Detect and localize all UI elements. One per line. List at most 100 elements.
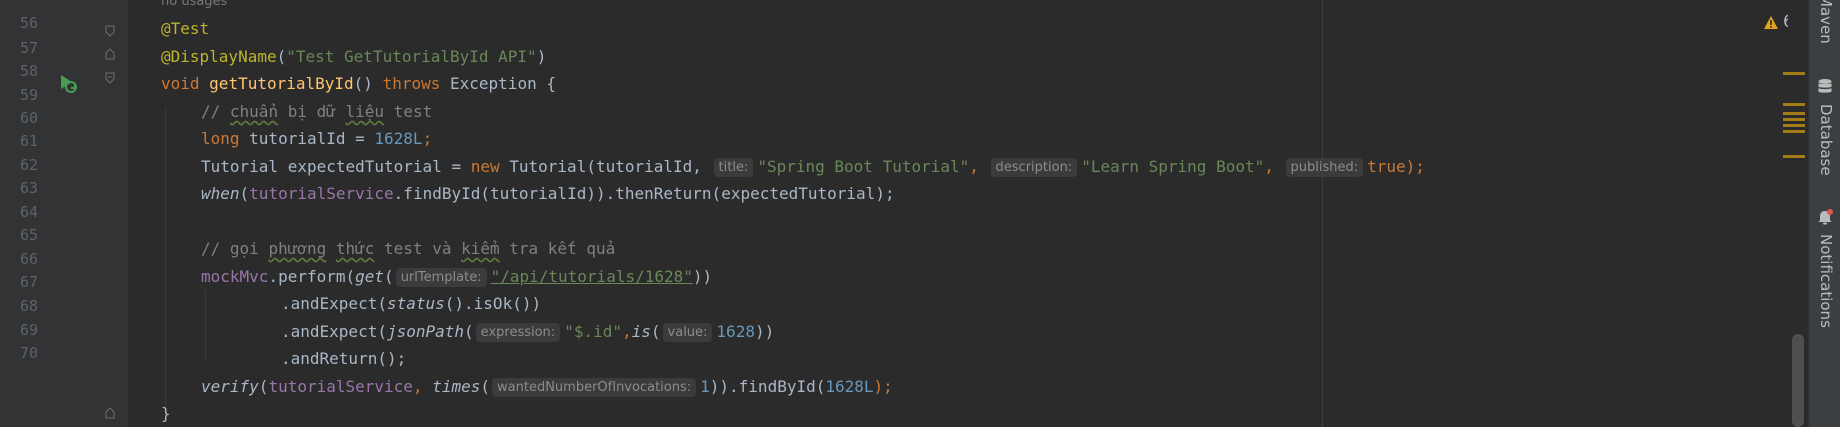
- code-text: Exception {: [440, 74, 556, 93]
- code-text: )).findById(: [709, 377, 826, 396]
- string-literal: "Test GetTutorialById API": [286, 47, 537, 66]
- string-literal: "$.id": [564, 322, 622, 341]
- usages-hint[interactable]: no usages: [161, 0, 227, 10]
- database-icon[interactable]: [1817, 78, 1833, 96]
- code-punct: ,: [1264, 157, 1284, 176]
- warning-icon: [1764, 15, 1778, 29]
- code-line-65: mockMvc.perform(get(urlTemplate: "/api/tu…: [201, 263, 712, 290]
- comment-word: phương: [268, 239, 327, 258]
- number-literal: 1628L: [374, 129, 423, 148]
- database-tab[interactable]: Database: [1817, 104, 1835, 176]
- line-number: 58: [19, 62, 38, 80]
- code-punct: (: [239, 184, 250, 203]
- url-string-literal[interactable]: "/api/tutorials/1628": [491, 267, 693, 286]
- code-text: Tutorial(tutorialId,: [499, 157, 712, 176]
- error-stripe-mark[interactable]: [1783, 124, 1805, 127]
- number-literal: 1: [700, 377, 710, 396]
- field-ref: tutorialService: [268, 377, 413, 396]
- code-line-59: // chuẩn bị dữ liệu test: [201, 98, 432, 125]
- comment: test: [384, 102, 433, 121]
- error-stripe-mark[interactable]: [1783, 130, 1805, 133]
- fold-start-icon[interactable]: [104, 72, 116, 84]
- annotation: @Test: [161, 19, 210, 38]
- line-number: 70: [19, 344, 38, 362]
- code-punct: (: [276, 47, 287, 66]
- notifications-tab[interactable]: Notifications: [1817, 234, 1835, 328]
- code-editor[interactable]: no usages @Test @DisplayName("Test GetTu…: [128, 0, 1840, 427]
- code-punct: (: [650, 322, 661, 341]
- code-punct: );: [873, 377, 893, 396]
- code-line-66: .andExpect(status().isOk()): [281, 290, 541, 317]
- code-punct: ,: [412, 377, 433, 396]
- line-number: 67: [19, 273, 38, 291]
- code-punct: (: [480, 377, 491, 396]
- static-call: verify: [201, 377, 259, 396]
- comment: bị dữ: [278, 102, 346, 121]
- code-line-69: verify(tutorialService, times(wantedNumb…: [201, 373, 893, 400]
- static-call: get: [355, 267, 385, 286]
- fold-start-icon[interactable]: [104, 25, 116, 37]
- code-line-70: }: [161, 400, 171, 427]
- tool-window-strip: Maven Database Notifications: [1808, 0, 1840, 427]
- fold-end-icon[interactable]: [104, 48, 116, 60]
- right-margin-line: [1322, 0, 1323, 427]
- code-text: .perform(: [268, 267, 356, 286]
- static-call: times: [432, 377, 481, 396]
- code-text: ().isOk()): [444, 294, 542, 313]
- code-line-57: @DisplayName("Test GetTutorialById API"): [161, 43, 546, 70]
- code-punct: );: [1405, 157, 1425, 176]
- parameter-hint: published:: [1285, 158, 1364, 177]
- parameter-hint: description:: [990, 158, 1078, 177]
- code-text: }: [161, 404, 171, 423]
- error-stripe-mark[interactable]: [1783, 72, 1805, 75]
- static-call: when: [201, 184, 240, 203]
- code-text: .andExpect(: [281, 294, 387, 313]
- keyword: long: [201, 129, 240, 148]
- comment: // gọi: [201, 239, 269, 258]
- comment-word: thức: [335, 239, 375, 258]
- parameter-hint: expression:: [475, 323, 561, 342]
- code-punct: ,: [969, 157, 989, 176]
- method-name: getTutorialById: [209, 74, 354, 93]
- parameter-hint: urlTemplate:: [395, 268, 487, 287]
- error-stripe-mark[interactable]: [1783, 103, 1805, 106]
- code-line-58: void getTutorialById() throws Exception …: [161, 70, 556, 97]
- line-number: 61: [19, 132, 38, 150]
- field-ref: tutorialService: [249, 184, 394, 203]
- line-number: 65: [19, 226, 38, 244]
- string-literal: "Learn Spring Boot": [1081, 157, 1265, 176]
- error-stripe-mark[interactable]: [1783, 118, 1805, 121]
- code-line-56: @Test: [161, 15, 209, 42]
- maven-tab[interactable]: Maven: [1817, 0, 1835, 44]
- static-call: status: [386, 294, 445, 313]
- code-line-62: when(tutorialService.findById(tutorialId…: [201, 180, 895, 207]
- indent-guide: [165, 108, 166, 408]
- comment: test và: [374, 239, 462, 258]
- code-punct: ): [536, 47, 547, 66]
- code-punct: (: [384, 267, 394, 286]
- code-text: .andExpect(: [281, 322, 387, 341]
- string-literal: "Spring Boot Tutorial": [757, 157, 970, 176]
- boolean-literal: true: [1367, 157, 1406, 176]
- static-call: jsonPath: [386, 322, 465, 341]
- comment: tra kết quả: [499, 239, 616, 258]
- parameter-hint: title:: [713, 158, 754, 177]
- code-punct: )): [692, 267, 713, 286]
- error-stripe-mark[interactable]: [1783, 155, 1805, 158]
- code-punct: ,: [621, 322, 632, 341]
- comment: //: [201, 102, 230, 121]
- keyword: new: [470, 157, 500, 176]
- run-test-icon[interactable]: [56, 72, 78, 94]
- notification-bell-icon[interactable]: [1816, 208, 1834, 226]
- keyword: void: [161, 74, 210, 93]
- code-punct: (: [258, 377, 269, 396]
- field-ref: mockMvc: [201, 267, 269, 286]
- fold-end-icon[interactable]: [104, 407, 116, 419]
- line-number: 63: [19, 179, 38, 197]
- scrollbar-thumb[interactable]: [1792, 334, 1804, 427]
- static-call: is: [631, 322, 651, 341]
- parameter-hint: value:: [662, 323, 713, 342]
- error-stripe-mark[interactable]: [1783, 112, 1805, 115]
- code-line-67: .andExpect(jsonPath ( expression: "$.id",is…: [281, 318, 774, 345]
- comment: [326, 239, 336, 258]
